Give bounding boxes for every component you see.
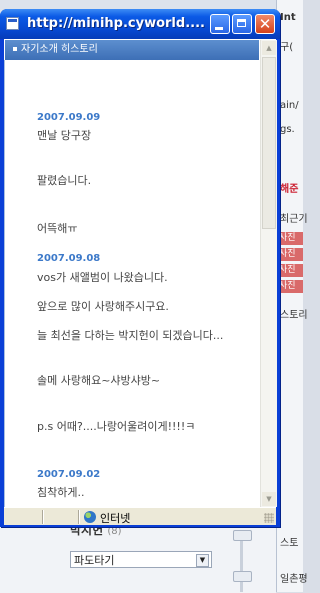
status-divider — [42, 510, 43, 524]
entry-line: vos가 새앨범이 나왔습니다. — [37, 271, 168, 284]
scrollbar-thumb[interactable] — [262, 57, 276, 229]
entry-date: 2007.09.08 — [37, 253, 101, 264]
bg-photo-tag[interactable]: 사진 — [279, 280, 303, 293]
window-title: http://minihp.cyworld.... — [27, 16, 205, 31]
entry-date: 2007.09.02 — [37, 469, 101, 480]
background-right-column: Int 구( ain/ gs. 해준 최근기 사진 사진 사진 사진 스토리 스… — [276, 0, 308, 592]
close-icon: ✕ — [258, 15, 272, 33]
entry-line: 솔메 사랑해요~샤방샤방~ — [37, 374, 161, 387]
wave-select-value: 파도타기 — [74, 554, 115, 567]
minimize-button[interactable] — [210, 14, 230, 34]
status-bar: 인터넷 — [4, 507, 276, 525]
entry-line: 앞으로 많이 사랑해주시구요. — [37, 300, 169, 313]
bg-photo-tag[interactable]: 사진 — [279, 248, 303, 261]
entry-line: 침착하게.. — [37, 486, 85, 499]
background-slider-knob[interactable] — [233, 530, 252, 541]
entry-line: 어뜩해ㅠ — [37, 222, 78, 235]
bg-fragment[interactable]: 스토 — [280, 534, 298, 549]
status-zone: 인터넷 — [100, 512, 131, 525]
bg-fragment: 스토리 — [280, 310, 308, 321]
entry-date: 2007.09.09 — [37, 112, 101, 123]
bg-fragment: Int — [280, 12, 296, 23]
scroll-down-icon[interactable]: ▼ — [262, 492, 276, 506]
entry-line: 팔렸습니다. — [37, 174, 92, 187]
maximize-button[interactable] — [232, 14, 252, 34]
entry-line: 맨날 당구장 — [37, 129, 92, 142]
bg-fragment: 구( — [280, 42, 294, 53]
status-divider — [78, 510, 79, 524]
chevron-down-icon[interactable]: ▼ — [196, 554, 209, 567]
scroll-up-icon[interactable]: ▲ — [262, 41, 276, 55]
vertical-scrollbar[interactable]: ▲ ▼ — [260, 40, 277, 507]
bg-fragment: ain/ — [280, 100, 299, 111]
window-content: 자기소개 히스토리 2007.09.09 맨날 당구장 팔렸습니다. 어뜩해ㅠ … — [4, 39, 277, 507]
globe-icon — [84, 511, 96, 523]
profile-count: (8) — [107, 526, 122, 537]
section-title: 자기소개 히스토리 — [21, 44, 98, 55]
wave-select[interactable]: 파도타기 ▼ — [70, 551, 212, 568]
background-slider-knob[interactable] — [233, 571, 252, 582]
title-bar[interactable]: http://minihp.cyworld.... ✕ — [0, 9, 280, 39]
history-list: 2007.09.09 맨날 당구장 팔렸습니다. 어뜩해ㅠ 2007.09.08… — [4, 60, 260, 507]
close-button[interactable]: ✕ — [255, 14, 275, 34]
popup-window: http://minihp.cyworld.... ✕ 자기소개 히스토리 20… — [0, 9, 280, 527]
bg-fragment: gs. — [280, 124, 295, 135]
bullet-icon — [13, 47, 17, 51]
bg-fragment: 일촌평 — [280, 574, 308, 585]
section-header: 자기소개 히스토리 — [5, 40, 259, 60]
page-icon — [6, 17, 19, 30]
bg-fragment: 최근기 — [280, 214, 308, 225]
entry-line: 늘 최선을 다하는 박지헌이 되겠습니다... — [37, 329, 224, 342]
bg-fragment[interactable]: 해준 — [280, 180, 298, 195]
bg-photo-tag[interactable]: 사진 — [279, 232, 303, 245]
bg-photo-tag[interactable]: 사진 — [279, 264, 303, 277]
entry-line: p.s 어때?....나랑어울려이게!!!!ㅋ — [37, 420, 196, 433]
resize-grip-icon[interactable] — [264, 513, 274, 523]
